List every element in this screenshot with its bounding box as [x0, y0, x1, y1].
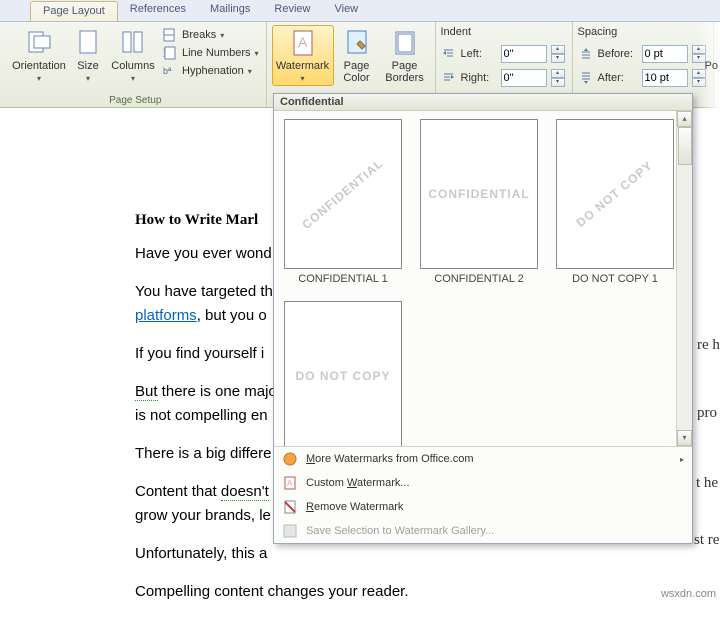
indent-right-spinner[interactable]: ▴▾	[551, 69, 565, 87]
svg-text:2: 2	[163, 53, 166, 59]
page-color-label: Page Color	[343, 60, 369, 84]
watermark-item-donotcopy-2[interactable]: DO NOT COPY DO NOT COPY 2	[284, 301, 402, 446]
dropdown-arrow-icon: ▾	[220, 31, 224, 40]
columns-label: Columns	[111, 60, 154, 72]
doc-para: Compelling content changes your reader.	[135, 580, 715, 604]
tab-review[interactable]: Review	[262, 0, 322, 21]
tab-references[interactable]: References	[118, 0, 198, 21]
dropdown-arrow-icon: ▾	[300, 74, 304, 83]
watermark-caption: CONFIDENTIAL 1	[284, 273, 402, 285]
line-numbers-label: Line Numbers	[182, 47, 250, 59]
indent-left-input[interactable]	[501, 45, 547, 63]
page-borders-label: Page Borders	[385, 60, 424, 84]
remove-icon	[282, 499, 298, 515]
spacing-before-label: Before:	[598, 48, 640, 60]
breaks-label: Breaks	[182, 29, 216, 41]
indent-right-label: Right:	[461, 72, 499, 84]
page-color-button[interactable]: Page Color	[334, 25, 380, 84]
line-numbers-icon: 12	[162, 45, 178, 61]
watermark-caption: DO NOT COPY 1	[556, 273, 674, 285]
submenu-arrow-icon: ▸	[680, 455, 684, 464]
indent-left-icon	[441, 46, 457, 62]
page-borders-icon	[389, 27, 421, 59]
size-icon	[72, 27, 104, 59]
watermark-caption: CONFIDENTIAL 2	[420, 273, 538, 285]
dropdown-arrow-icon: ▾	[37, 74, 41, 83]
watermark-gallery-header: Confidential	[274, 94, 692, 111]
scroll-up-icon[interactable]: ▴	[677, 111, 692, 127]
doc-fragment: t he	[696, 475, 718, 492]
spacing-after-spinner[interactable]: ▴▾	[692, 69, 706, 87]
spacing-after-icon	[578, 70, 594, 86]
breaks-button[interactable]: Breaks ▾	[162, 27, 259, 43]
watermark-small-icon: A	[282, 475, 298, 491]
custom-watermark-button[interactable]: A Custom Watermark...	[274, 471, 692, 495]
hyphenation-icon: bª	[162, 63, 178, 79]
group-label-page-setup: Page Setup	[10, 95, 261, 107]
indent-left-label: Left:	[461, 48, 499, 60]
orientation-icon	[23, 27, 55, 59]
spacing-before-icon	[578, 46, 594, 62]
indent-title: Indent	[441, 26, 567, 40]
link-platforms[interactable]: platforms	[135, 307, 197, 324]
watermark-icon: A	[287, 27, 319, 59]
columns-button[interactable]: Columns ▾	[108, 25, 158, 85]
indent-right-icon	[441, 70, 457, 86]
indent-left-spinner[interactable]: ▴▾	[551, 45, 565, 63]
scroll-thumb[interactable]	[678, 127, 692, 165]
columns-icon	[117, 27, 149, 59]
size-button[interactable]: Size ▾	[68, 25, 108, 85]
svg-text:A: A	[298, 34, 308, 50]
svg-text:A: A	[287, 479, 293, 488]
save-icon	[282, 523, 298, 539]
spacing-before-spinner[interactable]: ▴▾	[692, 45, 706, 63]
hyphenation-label: Hyphenation	[182, 65, 244, 77]
group-page-setup: Orientation ▾ Size ▾ Columns ▾ Breaks ▾	[0, 22, 267, 107]
dropdown-arrow-icon: ▾	[86, 74, 90, 83]
watermark-item-confidential-1[interactable]: CONFIDENTIAL CONFIDENTIAL 1	[284, 119, 402, 285]
save-watermark-button: Save Selection to Watermark Gallery...	[274, 519, 692, 543]
watermark-button[interactable]: A Watermark ▾	[272, 25, 334, 86]
page-color-icon	[341, 27, 373, 59]
size-label: Size	[77, 60, 98, 72]
ribbon-tabs: Page Layout References Mailings Review V…	[0, 0, 720, 22]
watermark-item-confidential-2[interactable]: CONFIDENTIAL CONFIDENTIAL 2	[420, 119, 538, 285]
hyphenation-button[interactable]: bª Hyphenation ▾	[162, 63, 259, 79]
page-borders-button[interactable]: Page Borders	[380, 25, 430, 84]
watermark-gallery-grid: CONFIDENTIAL CONFIDENTIAL 1 CONFIDENTIAL…	[274, 111, 692, 446]
scroll-down-icon[interactable]: ▾	[677, 430, 692, 446]
watermark-gallery-panel: Confidential CONFIDENTIAL CONFIDENTIAL 1…	[273, 93, 693, 544]
spacing-title: Spacing	[578, 26, 708, 40]
spacing-after-input[interactable]	[642, 69, 688, 87]
watermark-scrollbar[interactable]: ▴ ▾	[676, 111, 692, 446]
more-watermarks-button[interactable]: MMore Watermarks from Office.comore Wate…	[274, 447, 692, 471]
tab-view[interactable]: View	[322, 0, 370, 21]
position-fragment: Po	[705, 60, 718, 72]
orientation-label: Orientation	[12, 60, 66, 72]
breaks-icon	[162, 27, 178, 43]
tab-page-layout[interactable]: Page Layout	[30, 1, 118, 21]
doc-fragment: pro	[697, 405, 717, 422]
tab-mailings[interactable]: Mailings	[198, 0, 262, 21]
office-icon	[282, 451, 298, 467]
doc-fragment: st re	[694, 532, 719, 549]
orientation-button[interactable]: Orientation ▾	[10, 25, 68, 85]
line-numbers-button[interactable]: 12 Line Numbers ▾	[162, 45, 259, 61]
indent-right-input[interactable]	[501, 69, 547, 87]
spacing-after-label: After:	[598, 72, 640, 84]
doc-para: Unfortunately, this a	[135, 542, 715, 566]
svg-text:bª: bª	[163, 66, 172, 76]
doc-fragment: re h	[697, 337, 720, 354]
watermark-menu: MMore Watermarks from Office.comore Wate…	[274, 446, 692, 543]
source-url: wsxdn.com	[661, 588, 716, 600]
spacing-before-input[interactable]	[642, 45, 688, 63]
dropdown-arrow-icon: ▾	[254, 49, 258, 58]
dropdown-arrow-icon: ▾	[131, 74, 135, 83]
remove-watermark-button[interactable]: Remove Watermark	[274, 495, 692, 519]
watermark-item-donotcopy-1[interactable]: DO NOT COPY DO NOT COPY 1	[556, 119, 674, 285]
dropdown-arrow-icon: ▾	[248, 67, 252, 76]
watermark-label: Watermark	[276, 60, 329, 72]
